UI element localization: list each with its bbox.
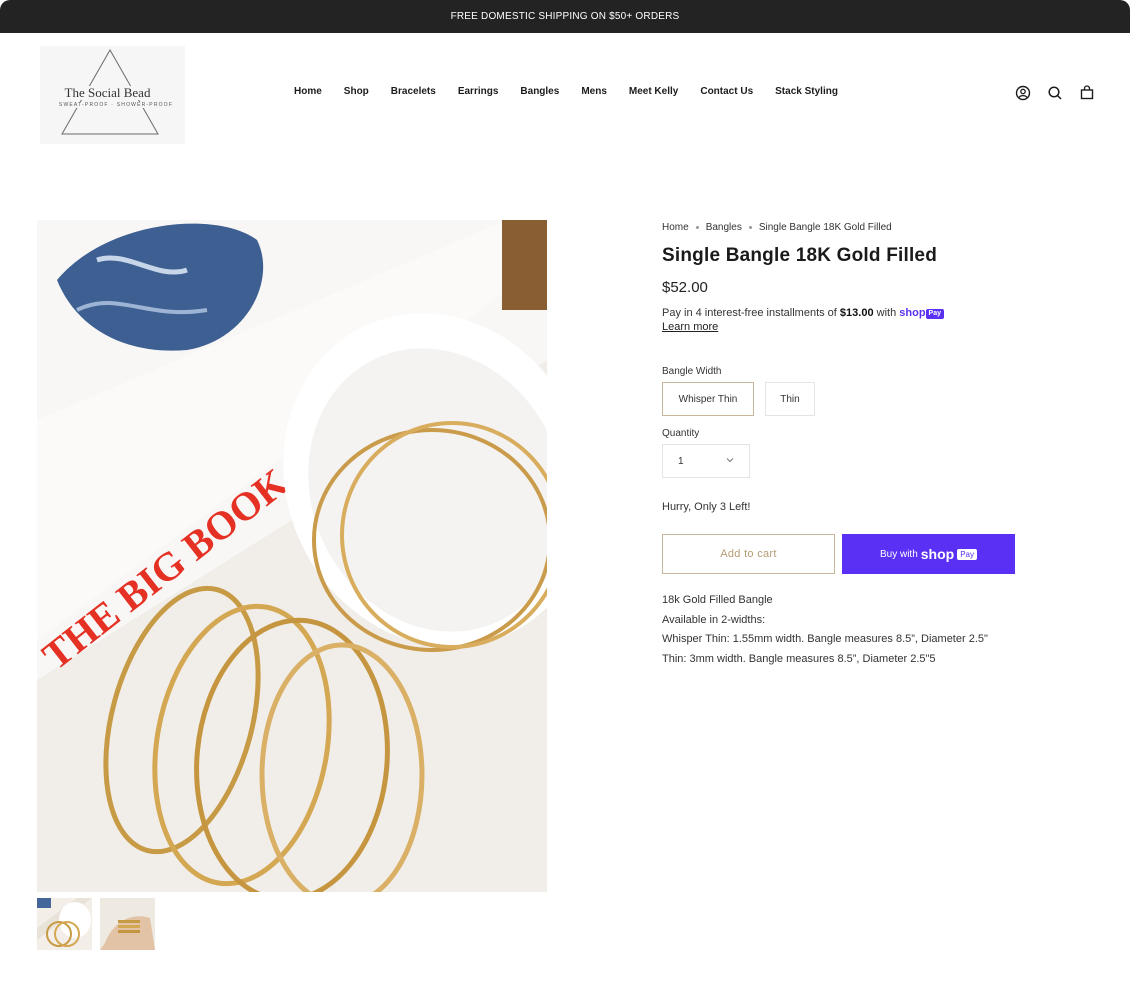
logo-name: The Social Bead <box>40 86 175 100</box>
description-line: 18k Gold Filled Bangle <box>662 594 773 606</box>
quantity-select[interactable]: 1 <box>662 444 750 478</box>
breadcrumb-separator <box>748 225 752 229</box>
bangle-width-label: Bangle Width <box>662 366 722 377</box>
logo-tagline: SWEAT-PROOF · SHOWER-PROOF <box>52 102 180 108</box>
learn-more-link[interactable]: Learn more <box>662 321 718 333</box>
product-title: Single Bangle 18K Gold Filled <box>662 245 938 266</box>
search-icon[interactable] <box>1047 85 1063 101</box>
nav-meet-kelly[interactable]: Meet Kelly <box>629 86 678 97</box>
product-description: 18k Gold Filled Bangle Available in 2-wi… <box>662 591 988 669</box>
shop-pay-badge: Pay <box>925 309 945 319</box>
nav-shop[interactable]: Shop <box>344 86 369 97</box>
installments-amount: $13.00 <box>839 307 874 319</box>
shop-pay-badge: Pay <box>957 548 978 560</box>
buy-with-shop-pay-button[interactable]: Buy with shop Pay <box>842 534 1015 574</box>
account-icon[interactable] <box>1015 85 1031 101</box>
add-to-cart-button[interactable]: Add to cart <box>662 534 835 574</box>
breadcrumb-current: Single Bangle 18K Gold Filled <box>758 221 892 233</box>
shop-pay-word: shop <box>899 307 926 319</box>
thumbnail-strip <box>37 898 155 950</box>
width-option-whisper-thin[interactable]: Whisper Thin <box>662 382 754 416</box>
shop-pay-logo: shop Pay <box>899 307 945 319</box>
description-line: Available in 2-widths: <box>662 613 766 626</box>
breadcrumb-separator <box>695 225 699 229</box>
nav-contact-us[interactable]: Contact Us <box>700 86 753 97</box>
installments-note: Pay in 4 interest-free installments of $… <box>662 306 1042 334</box>
breadcrumb-home[interactable]: Home <box>662 222 689 233</box>
product-info: Home Bangles Single Bangle 18K Gold Fill… <box>662 220 1042 665</box>
buy-with-label: Buy with <box>879 548 918 560</box>
nav-bangles[interactable]: Bangles <box>520 86 559 97</box>
description-line: Thin: 3mm width. Bangle measures 8.5”, D… <box>662 652 936 665</box>
nav-home[interactable]: Home <box>294 86 322 97</box>
product-main-image[interactable]: THE BIG BOOK OF CHIC <box>37 220 547 892</box>
product-price: $52.00 <box>662 279 708 296</box>
shop-pay-word: shop <box>920 546 955 562</box>
breadcrumb: Home Bangles Single Bangle 18K Gold Fill… <box>662 220 1042 234</box>
thumbnail-2[interactable] <box>100 898 155 950</box>
bangle-width-options: Whisper Thin Thin <box>662 382 815 416</box>
announcement-bar: FREE DOMESTIC SHIPPING ON $50+ ORDERS <box>0 0 1130 33</box>
installments-prefix: Pay in 4 interest-free installments of <box>662 307 837 319</box>
nav-bracelets[interactable]: Bracelets <box>391 86 436 97</box>
thumbnail-1[interactable] <box>37 898 92 950</box>
description-line: Whisper Thin: 1.55mm width. Bangle measu… <box>662 633 988 645</box>
nav-earrings[interactable]: Earrings <box>458 86 499 97</box>
quantity-value: 1 <box>678 455 684 467</box>
main-nav: Home Shop Bracelets Earrings Bangles Men… <box>294 86 838 97</box>
chevron-down-icon <box>725 455 735 468</box>
nav-mens[interactable]: Mens <box>581 86 607 97</box>
quantity-label: Quantity <box>662 428 700 439</box>
nav-stack-styling[interactable]: Stack Styling <box>775 86 838 97</box>
width-option-thin[interactable]: Thin <box>765 382 815 416</box>
store-logo[interactable]: The Social Bead SWEAT-PROOF · SHOWER-PRO… <box>40 46 185 144</box>
announcement-text: FREE DOMESTIC SHIPPING ON $50+ ORDERS <box>450 11 680 22</box>
breadcrumb-bangles[interactable]: Bangles <box>706 222 742 233</box>
header-icons <box>1015 85 1095 101</box>
cart-icon[interactable] <box>1079 85 1095 101</box>
stock-notice: Hurry, Only 3 Left! <box>662 501 751 513</box>
installments-with: with <box>876 307 897 319</box>
